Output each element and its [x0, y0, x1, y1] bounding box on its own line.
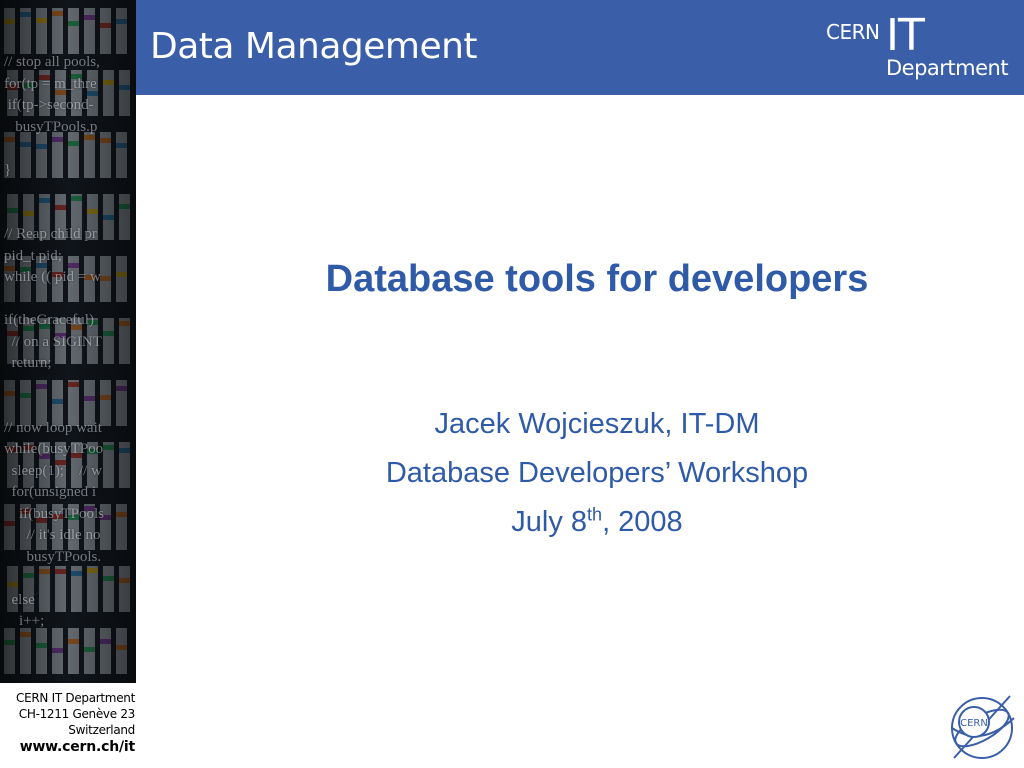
cern-it-department-logo: CERN IT Department — [826, 8, 1021, 88]
date-prefix: July 8 — [511, 506, 588, 538]
footer-line-3: Switzerland — [68, 723, 135, 737]
footer-line-1: CERN IT Department — [16, 691, 135, 705]
code-line: return; — [4, 355, 52, 371]
footer-line-2: CH-1211 Genève 23 — [18, 707, 136, 721]
slide-title: Database tools for developers — [325, 258, 869, 300]
footer-address: CERN IT Department CH-1211 Genève 23 Swi… — [0, 690, 136, 756]
code-line: // Reap child pr — [4, 226, 97, 242]
code-line: else — [4, 591, 35, 608]
code-line: // on a SIGINT — [4, 333, 102, 350]
date-line: July 8th, 2008 — [136, 498, 1024, 547]
seal-text: CERN — [960, 718, 988, 729]
footer-url-link[interactable]: www.cern.ch/it — [0, 738, 135, 756]
code-line: busyTPools.p — [4, 118, 98, 135]
code-line: // stop all pools, — [4, 54, 100, 70]
slide-subtitle: Jacek Wojcieszuk, IT-DM Database Develop… — [136, 400, 1024, 547]
code-line: while (( pid = w — [4, 269, 101, 285]
code-line: while(busyTPoo — [4, 441, 104, 457]
author-line: Jacek Wojcieszuk, IT-DM — [434, 408, 760, 440]
code-line: // now loop wait — [4, 419, 102, 436]
code-line: sleep(1); // w — [4, 462, 102, 479]
code-line: busyTPools. — [4, 548, 102, 565]
code-overlay-text: // stop all pools, for(tp = m_thre if(tp-… — [4, 52, 136, 633]
code-line: if(busyTPools — [4, 505, 105, 522]
code-line: if(theGraceful) — [4, 312, 94, 328]
code-line: i++; — [4, 613, 45, 629]
logo-cern-text: CERN — [826, 20, 880, 44]
cern-seal-logo: CERN — [951, 695, 1015, 759]
header-title: Data Management — [150, 26, 478, 67]
code-line: for(unsigned i — [4, 484, 97, 500]
event-line: Database Developers’ Workshop — [385, 457, 809, 489]
code-line: pid_t pid; — [4, 247, 62, 264]
code-line: // it's idle no — [4, 527, 101, 543]
logo-department-text: Department — [886, 56, 1009, 80]
date-ordinal: th — [587, 504, 603, 525]
logo-it-text: IT — [886, 10, 925, 61]
code-line: } — [4, 161, 12, 178]
date-suffix: , 2008 — [602, 506, 683, 538]
side-photo-strip: // stop all pools, for(tp = m_thre if(tp-… — [0, 0, 136, 683]
header-bar: Data Management CERN IT Department — [136, 0, 1024, 95]
code-line: for(tp = m_thre — [4, 75, 97, 92]
code-line: if(tp->second- — [4, 97, 94, 113]
